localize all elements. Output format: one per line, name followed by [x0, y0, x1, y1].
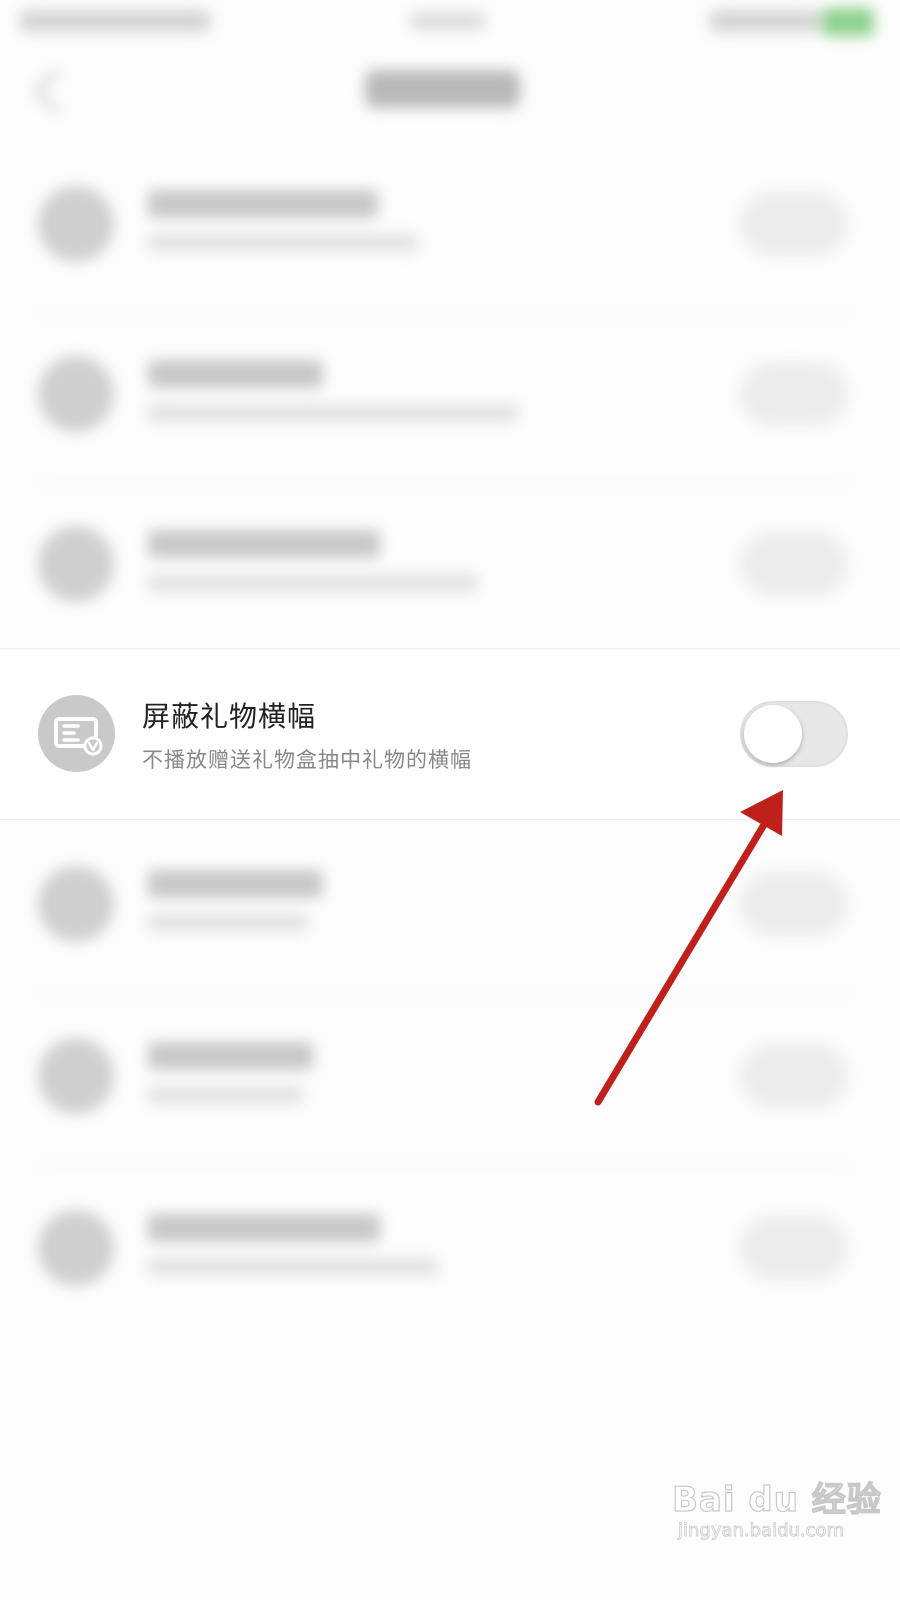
- settings-row[interactable]: [0, 338, 900, 468]
- banner-icon: [38, 695, 115, 772]
- setting-icon: [38, 356, 114, 432]
- setting-toggle[interactable]: [740, 192, 848, 256]
- setting-toggle[interactable]: [740, 362, 848, 426]
- setting-description: [148, 574, 478, 592]
- page-title: [365, 70, 520, 108]
- watermark: Bai du 经验 jingyan.baidu.com: [671, 1472, 881, 1552]
- setting-title: [148, 190, 378, 218]
- status-bar-right: [710, 10, 820, 32]
- block-gift-banner-toggle[interactable]: [740, 701, 848, 767]
- battery-icon: [822, 8, 874, 36]
- watermark-url: jingyan.baidu.com: [678, 1520, 845, 1542]
- setting-description: [148, 914, 308, 932]
- setting-description: [148, 234, 418, 252]
- settings-row-block-gift-banner[interactable]: 屏蔽礼物横幅 不播放赠送礼物盒抽中礼物的横幅: [0, 648, 900, 820]
- setting-toggle[interactable]: [740, 1216, 848, 1280]
- setting-description: [148, 1258, 438, 1276]
- setting-title: [148, 360, 323, 388]
- setting-title: [148, 530, 380, 558]
- setting-title: 屏蔽礼物横幅: [142, 700, 317, 733]
- setting-icon: [38, 1038, 114, 1114]
- settings-row[interactable]: [0, 508, 900, 638]
- setting-toggle[interactable]: [740, 532, 848, 596]
- divider: [38, 312, 850, 314]
- toggle-knob[interactable]: [744, 705, 802, 763]
- setting-description: 不播放赠送礼物盒抽中礼物的横幅: [142, 748, 472, 772]
- setting-icon: [38, 186, 114, 262]
- setting-description: [148, 404, 518, 422]
- setting-toggle[interactable]: [740, 872, 848, 936]
- settings-row[interactable]: [0, 1020, 900, 1150]
- setting-icon: [38, 866, 114, 942]
- setting-icon: [38, 1210, 114, 1286]
- setting-title: [148, 870, 323, 898]
- status-bar-left: [20, 10, 210, 32]
- divider: [38, 1164, 850, 1166]
- banner-icon-glyph: [54, 717, 103, 756]
- watermark-brand: Bai du 经验: [671, 1479, 882, 1520]
- settings-screen: 屏蔽礼物横幅 不播放赠送礼物盒抽中礼物的横幅 Bai du 经验 jingyan…: [0, 0, 900, 1600]
- status-bar-time: [410, 12, 485, 30]
- setting-toggle[interactable]: [740, 1044, 848, 1108]
- divider: [38, 992, 850, 994]
- setting-title: [148, 1042, 313, 1070]
- settings-row[interactable]: [0, 168, 900, 298]
- divider: [38, 482, 850, 484]
- settings-row[interactable]: [0, 848, 900, 978]
- setting-title: [148, 1214, 380, 1242]
- setting-icon: [38, 526, 114, 602]
- back-arrow-icon[interactable]: [33, 68, 80, 115]
- setting-description: [148, 1086, 303, 1104]
- settings-row[interactable]: [0, 1192, 900, 1322]
